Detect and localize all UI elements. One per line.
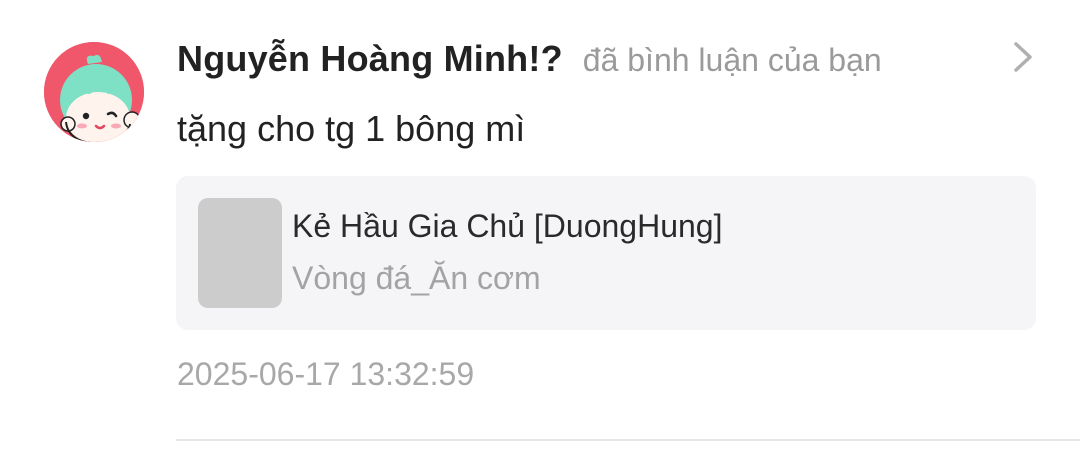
book-title: Kẻ Hầu Gia Chủ [DuongHung] bbox=[292, 208, 723, 244]
book-chapter: Vòng đá_Ăn cơm bbox=[292, 260, 541, 296]
action-text: đã bình luận của bạn bbox=[582, 42, 882, 78]
notification-header: Nguyễn Hoàng Minh!? đã bình luận của bạn bbox=[177, 38, 882, 82]
chevron-right-icon[interactable] bbox=[1008, 40, 1038, 74]
user-name[interactable]: Nguyễn Hoàng Minh!? bbox=[177, 38, 563, 80]
comment-notification[interactable]: Nguyễn Hoàng Minh!? đã bình luận của bạn… bbox=[0, 0, 1080, 458]
timestamp: 2025-06-17 13:32:59 bbox=[177, 356, 475, 392]
user-avatar[interactable] bbox=[44, 42, 144, 142]
divider bbox=[176, 439, 1080, 441]
book-card[interactable]: Kẻ Hầu Gia Chủ [DuongHung] Vòng đá_Ăn cơ… bbox=[176, 176, 1036, 330]
book-cover-image bbox=[198, 198, 282, 308]
cartoon-face-icon bbox=[44, 42, 144, 142]
comment-text: tặng cho tg 1 bông mì bbox=[177, 108, 526, 149]
